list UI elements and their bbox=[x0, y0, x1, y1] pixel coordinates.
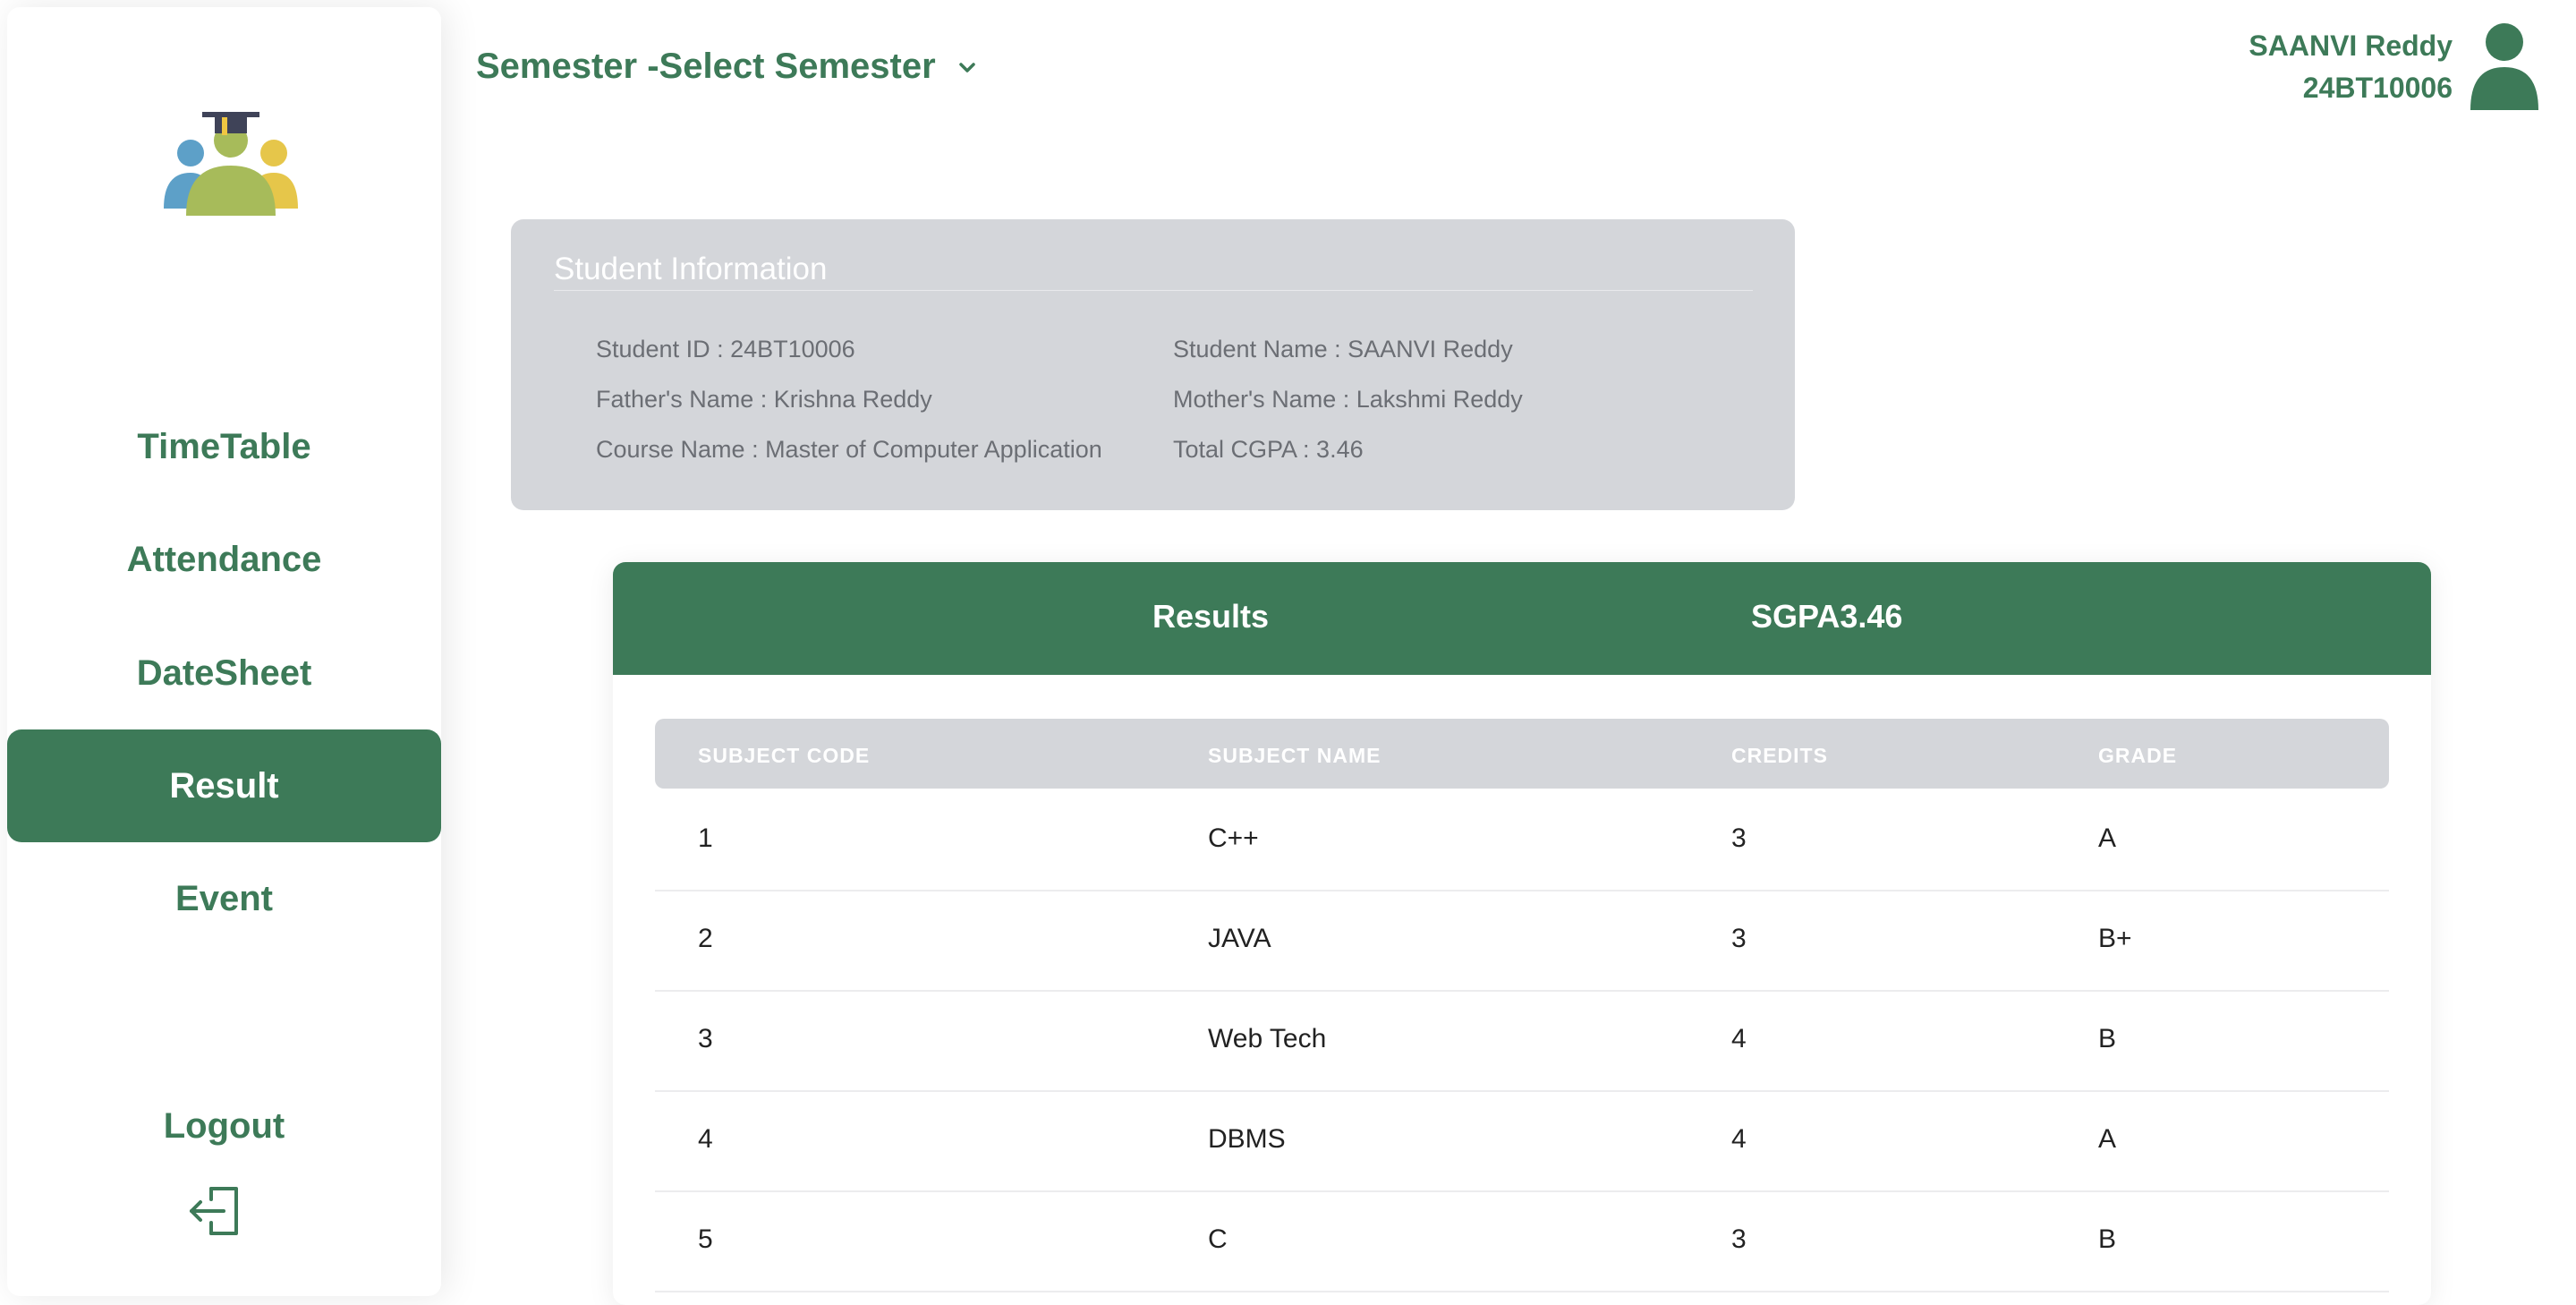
results-title: Results bbox=[1152, 598, 1270, 635]
subject-name: DBMS bbox=[1208, 1124, 1286, 1154]
subject-code: 4 bbox=[698, 1124, 713, 1154]
table-row: 2 JAVA 3 B+ bbox=[655, 890, 2389, 992]
table-row: 1 C++ 3 A bbox=[655, 789, 2389, 891]
sgpa-value: SGPA3.46 bbox=[1751, 598, 1903, 635]
subject-name: Web Tech bbox=[1208, 1024, 1327, 1053]
table-row: 5 C 3 B bbox=[655, 1190, 2389, 1292]
semester-dropdown[interactable]: Semester -Select Semester bbox=[476, 47, 979, 87]
sidebar-item-result[interactable]: Result bbox=[7, 729, 441, 842]
subject-name: JAVA bbox=[1208, 924, 1271, 953]
credits: 4 bbox=[1731, 1024, 1747, 1053]
student-name: Student Name : SAANVI Reddy bbox=[1173, 336, 1513, 362]
table-row: 3 Web Tech 4 B bbox=[655, 990, 2389, 1092]
grade: A bbox=[2098, 1124, 2117, 1154]
column-header-credits: CREDITS bbox=[1731, 744, 1828, 767]
subject-name: C++ bbox=[1208, 823, 1259, 853]
column-header-subject-name: SUBJECT NAME bbox=[1208, 744, 1382, 767]
grade: B bbox=[2098, 1024, 2117, 1053]
student-id: Student ID : 24BT10006 bbox=[596, 336, 855, 362]
father-name: Father's Name : Krishna Reddy bbox=[596, 386, 932, 413]
sidebar-item-event[interactable]: Event bbox=[7, 842, 441, 955]
subject-name: C bbox=[1208, 1224, 1228, 1254]
user-avatar-icon[interactable] bbox=[2469, 22, 2540, 112]
credits: 3 bbox=[1731, 823, 1747, 853]
table-row: 4 DBMS 4 A bbox=[655, 1090, 2389, 1192]
logout-button[interactable]: Logout bbox=[7, 1106, 441, 1147]
credits: 3 bbox=[1731, 924, 1747, 953]
column-header-grade: GRADE bbox=[2098, 744, 2178, 767]
sidebar-item-attendance[interactable]: Attendance bbox=[7, 503, 441, 616]
sidebar: TimeTable Attendance DateSheet Result Ev… bbox=[7, 7, 441, 1296]
logout-icon[interactable] bbox=[184, 1180, 247, 1242]
column-header-subject-code: SUBJECT CODE bbox=[698, 744, 871, 767]
app-logo bbox=[164, 112, 298, 216]
divider bbox=[554, 290, 1753, 291]
course-name: Course Name : Master of Computer Applica… bbox=[596, 436, 1102, 463]
sidebar-item-timetable[interactable]: TimeTable bbox=[7, 390, 441, 503]
mother-name: Mother's Name : Lakshmi Reddy bbox=[1173, 386, 1523, 413]
student-info-card: Student Information Student ID : 24BT100… bbox=[511, 219, 1795, 510]
grade: B+ bbox=[2098, 924, 2132, 953]
credits: 4 bbox=[1731, 1124, 1747, 1154]
subject-code: 2 bbox=[698, 924, 713, 953]
semester-label: Semester -Select Semester bbox=[476, 47, 936, 86]
chevron-down-icon bbox=[958, 62, 975, 72]
results-card: Results SGPA3.46 SUBJECT CODE SUBJECT NA… bbox=[613, 562, 2431, 1305]
subject-code: 5 bbox=[698, 1224, 713, 1254]
results-header: Results SGPA3.46 bbox=[613, 562, 2431, 675]
student-info-title: Student Information bbox=[554, 252, 828, 286]
subject-code: 1 bbox=[698, 823, 713, 853]
total-cgpa: Total CGPA : 3.46 bbox=[1173, 436, 1364, 463]
grade: B bbox=[2098, 1224, 2117, 1254]
table-header: SUBJECT CODE SUBJECT NAME CREDITS GRADE bbox=[655, 719, 2389, 789]
grade: A bbox=[2098, 823, 2117, 853]
user-name: SAANVI Reddy bbox=[2249, 30, 2453, 62]
credits: 3 bbox=[1731, 1224, 1747, 1254]
subject-code: 3 bbox=[698, 1024, 713, 1053]
user-profile[interactable]: SAANVI Reddy 24BT10006 bbox=[2249, 22, 2540, 112]
sidebar-item-datesheet[interactable]: DateSheet bbox=[7, 617, 441, 729]
user-id: 24BT10006 bbox=[2302, 72, 2453, 104]
